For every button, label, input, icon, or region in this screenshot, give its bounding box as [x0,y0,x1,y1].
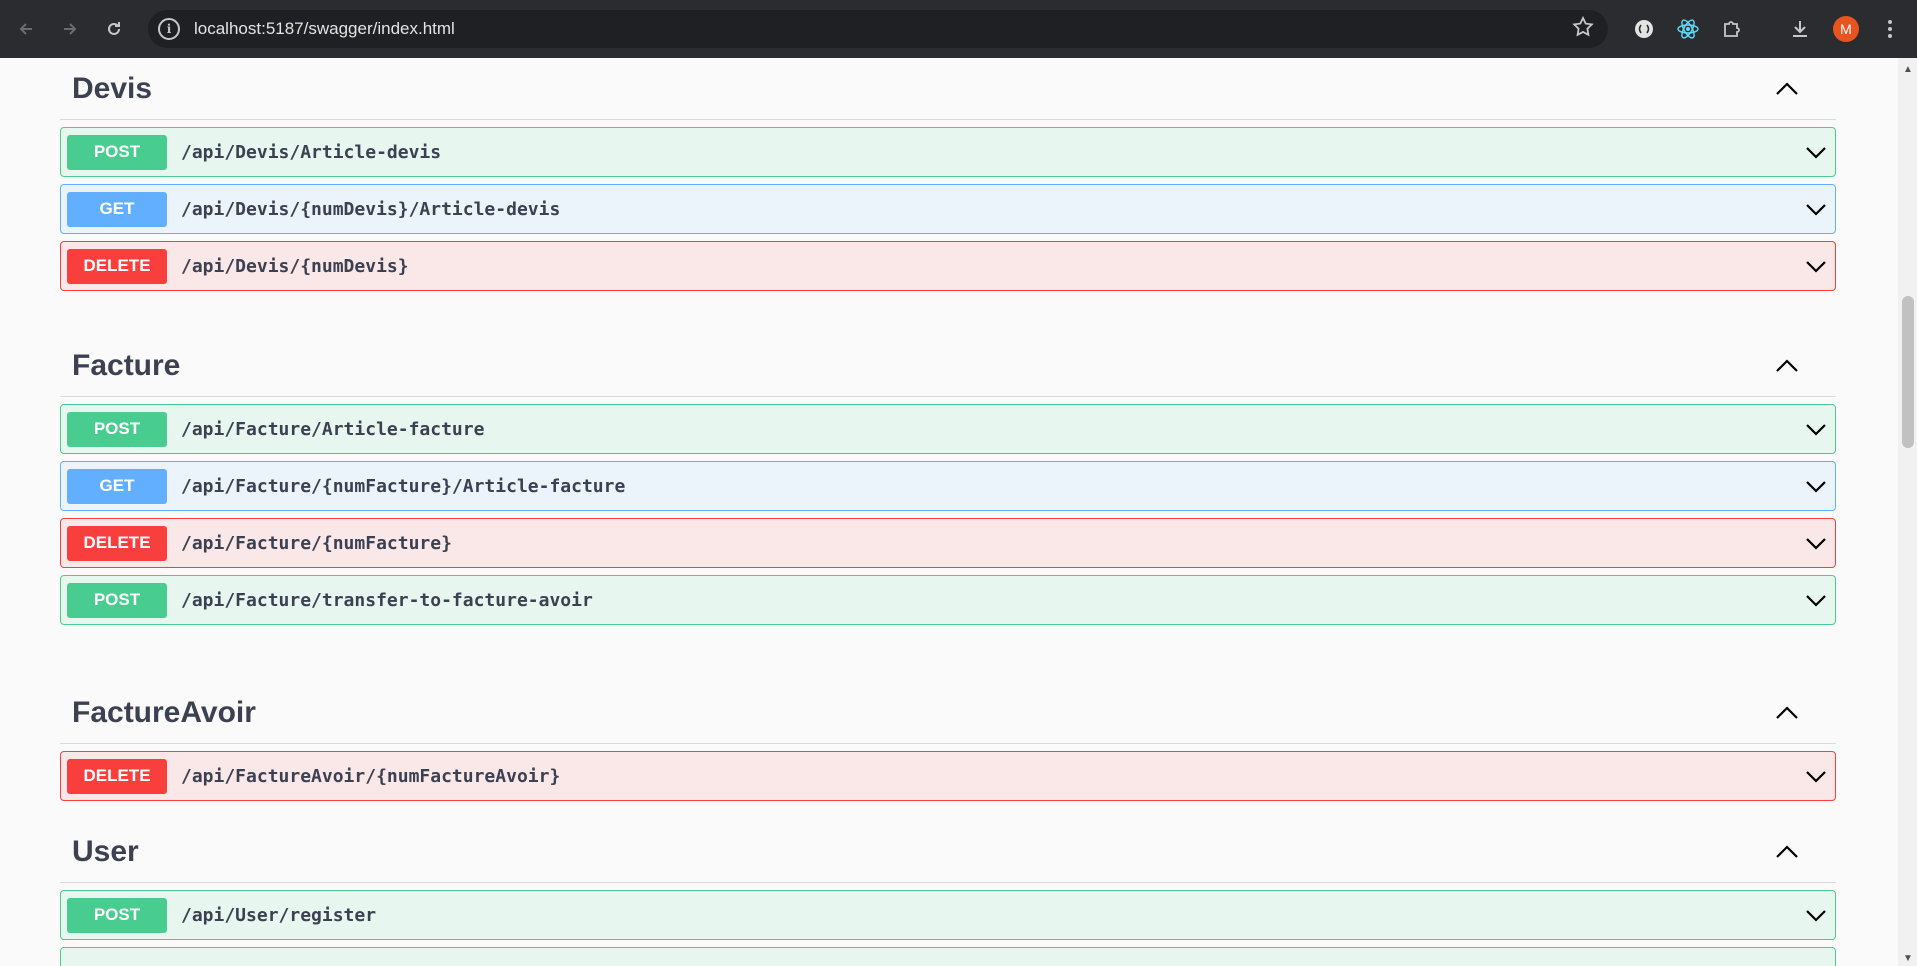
puzzle-extensions-icon[interactable] [1718,15,1746,43]
operation-row[interactable]: POST /api/Devis/Article-devis [60,127,1836,177]
endpoint-path: /api/Devis/Article-devis [181,141,442,163]
section-header[interactable]: Facture [60,335,1836,397]
method-badge: POST [67,582,167,618]
method-badge: DELETE [67,758,167,794]
endpoint-path: /api/User/register [181,904,377,926]
swagger-page: Devis POST /api/Devis/Article-devis GET … [0,58,1898,966]
operation-row[interactable]: POST /api/User/register [60,890,1836,940]
scroll-down-icon[interactable]: ▼ [1903,953,1913,964]
reload-icon[interactable] [96,11,132,47]
forward-icon[interactable] [52,11,88,47]
extension-icon[interactable] [1630,15,1658,43]
menu-icon[interactable] [1876,15,1904,43]
chevron-up-icon[interactable] [1773,699,1801,727]
url-text[interactable]: localhost:5187/swagger/index.html [194,19,455,39]
operation-row[interactable]: GET /api/Facture/{numFacture}/Article-fa… [60,461,1836,511]
vertical-scrollbar[interactable]: ▲ ▼ [1898,58,1917,966]
section-title: Devis [72,71,153,105]
endpoint-path: /api/Facture/{numFacture} [181,532,452,554]
endpoint-path: /api/Devis/{numDevis} [181,255,409,277]
section-header[interactable]: User [60,821,1836,883]
endpoint-path: /api/Devis/{numDevis}/Article-devis [181,198,561,220]
section-title: Facture [72,348,181,382]
operation-row[interactable]: DELETE /api/Facture/{numFacture} [60,518,1836,568]
endpoint-path: /api/Facture/transfer-to-facture-avoir [181,589,593,611]
endpoint-path: /api/Facture/Article-facture [181,418,485,440]
method-badge: POST [67,411,167,447]
section-title: User [72,834,139,868]
method-badge: GET [67,191,167,227]
section-user: User POST /api/User/register [60,821,1836,966]
section-header[interactable]: FactureAvoir [60,682,1836,744]
operation-row-partial[interactable] [60,947,1836,966]
chevron-down-icon[interactable] [1803,588,1829,614]
site-info-icon[interactable]: i [158,18,180,40]
chevron-down-icon[interactable] [1803,197,1829,223]
chevron-down-icon[interactable] [1803,474,1829,500]
chevron-down-icon[interactable] [1803,903,1829,929]
chevron-down-icon[interactable] [1803,140,1829,166]
endpoint-path: /api/FactureAvoir/{numFactureAvoir} [181,765,561,787]
react-devtools-icon[interactable] [1674,15,1702,43]
section-devis: Devis POST /api/Devis/Article-devis GET … [60,58,1836,291]
operation-row[interactable]: GET /api/Devis/{numDevis}/Article-devis [60,184,1836,234]
browser-toolbar: i localhost:5187/swagger/index.html M [0,0,1917,58]
download-icon[interactable] [1786,15,1814,43]
scroll-up-icon[interactable]: ▲ [1903,64,1913,75]
scroll-thumb[interactable] [1902,296,1914,448]
endpoint-path: /api/Facture/{numFacture}/Article-factur… [181,475,626,497]
operation-row[interactable]: DELETE /api/Devis/{numDevis} [60,241,1836,291]
chevron-down-icon[interactable] [1803,531,1829,557]
chevron-up-icon[interactable] [1773,352,1801,380]
chevron-up-icon[interactable] [1773,838,1801,866]
back-icon[interactable] [8,11,44,47]
section-title: FactureAvoir [72,695,256,729]
chevron-up-icon[interactable] [1773,75,1801,103]
method-badge: POST [67,134,167,170]
section-facture: Facture POST /api/Facture/Article-factur… [60,335,1836,625]
method-badge: DELETE [67,525,167,561]
method-badge: DELETE [67,248,167,284]
chevron-down-icon[interactable] [1803,764,1829,790]
method-badge: POST [67,897,167,933]
operation-row[interactable]: POST /api/Facture/transfer-to-facture-av… [60,575,1836,625]
bookmark-star-icon[interactable] [1572,15,1594,44]
operation-row[interactable]: POST /api/Facture/Article-facture [60,404,1836,454]
avatar[interactable]: M [1833,16,1859,42]
method-badge: GET [67,468,167,504]
chevron-down-icon[interactable] [1803,417,1829,443]
section-header[interactable]: Devis [60,58,1836,120]
operation-row[interactable]: DELETE /api/FactureAvoir/{numFactureAvoi… [60,751,1836,801]
chevron-down-icon[interactable] [1803,254,1829,280]
section-facture-avoir: FactureAvoir DELETE /api/FactureAvoir/{n… [60,682,1836,801]
address-bar[interactable]: i localhost:5187/swagger/index.html [148,10,1608,48]
